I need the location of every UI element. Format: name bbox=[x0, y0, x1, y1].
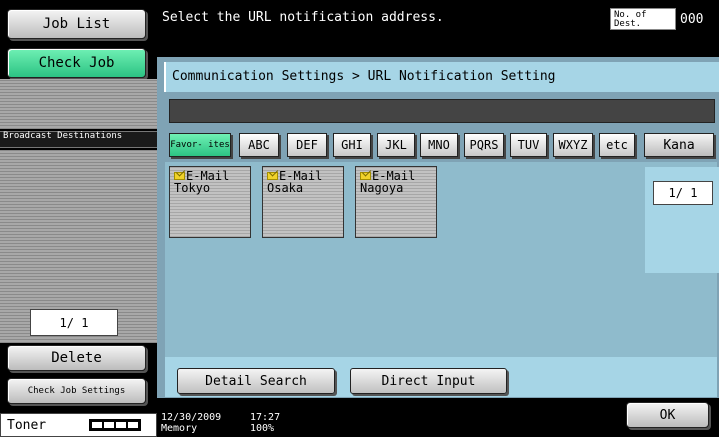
current-date: 12/30/2009 bbox=[161, 412, 222, 423]
tab-etc[interactable]: etc bbox=[599, 133, 635, 157]
status-footer: 12/30/2009 Memory 17:27 100% OK bbox=[157, 398, 719, 437]
time-memory: 17:27 100% bbox=[250, 412, 280, 434]
check-job-button[interactable]: Check Job bbox=[7, 48, 146, 78]
tab-favorites[interactable]: Favor- ites bbox=[169, 133, 231, 157]
destination-count: 000 bbox=[680, 12, 704, 27]
detail-search-button[interactable]: Detail Search bbox=[177, 368, 335, 394]
broadcast-page-counter: 1/ 1 bbox=[30, 309, 118, 336]
toner-indicator: Toner bbox=[0, 413, 157, 437]
page-panel: 1/ 1 bbox=[645, 167, 719, 273]
message-bar: Select the URL notification address. No.… bbox=[157, 0, 719, 57]
ok-button[interactable]: OK bbox=[626, 402, 709, 428]
breadcrumb: Communication Settings > URL Notificatio… bbox=[164, 62, 719, 92]
destination-name: Nagoya bbox=[360, 181, 404, 195]
toner-segment bbox=[116, 422, 126, 428]
tab-mno[interactable]: MNO bbox=[420, 133, 458, 157]
tab-wxyz[interactable]: WXYZ bbox=[553, 133, 593, 157]
memory-label: Memory bbox=[161, 423, 198, 434]
destination-name: Osaka bbox=[267, 181, 304, 195]
tab-kana[interactable]: Kana bbox=[644, 133, 714, 157]
delete-button[interactable]: Delete bbox=[7, 345, 146, 371]
envelope-icon bbox=[174, 172, 185, 180]
page-counter: 1/ 1 bbox=[653, 181, 713, 205]
destination-osaka[interactable]: E-Mail Osaka bbox=[262, 166, 344, 238]
destination-tokyo[interactable]: E-Mail Tokyo bbox=[169, 166, 251, 238]
check-job-settings-button[interactable]: Check Job Settings bbox=[7, 378, 146, 404]
sidebar-blank-area bbox=[0, 79, 157, 129]
tab-abc[interactable]: ABC bbox=[239, 133, 279, 157]
memory-value: 100% bbox=[250, 423, 275, 434]
tab-jkl[interactable]: JKL bbox=[377, 133, 415, 157]
destination-count-label: No. of Dest. bbox=[610, 8, 676, 30]
destination-name: Tokyo bbox=[174, 181, 211, 195]
toner-level-bar bbox=[89, 419, 141, 431]
current-time: 17:27 bbox=[250, 412, 281, 423]
broadcast-destinations-label: Broadcast Destinations bbox=[0, 131, 157, 148]
left-sidebar: Job List Check Job Broadcast Destination… bbox=[0, 0, 157, 437]
tab-tuv[interactable]: TUV bbox=[510, 133, 547, 157]
tab-pqrs[interactable]: PQRS bbox=[464, 133, 504, 157]
toner-segment bbox=[128, 422, 138, 428]
main-panel: Communication Settings > URL Notificatio… bbox=[157, 57, 719, 398]
toner-segment bbox=[92, 422, 102, 428]
date-memory: 12/30/2009 Memory bbox=[161, 412, 221, 434]
job-list-button[interactable]: Job List bbox=[7, 9, 146, 39]
destination-nagoya[interactable]: E-Mail Nagoya bbox=[355, 166, 437, 238]
action-strip: Detail Search Direct Input bbox=[165, 357, 717, 397]
envelope-icon bbox=[360, 172, 371, 180]
tab-def[interactable]: DEF bbox=[287, 133, 327, 157]
direct-input-button[interactable]: Direct Input bbox=[350, 368, 507, 394]
envelope-icon bbox=[267, 172, 278, 180]
toner-segment bbox=[104, 422, 114, 428]
instruction-message: Select the URL notification address. bbox=[162, 10, 444, 25]
destination-list: E-Mail Tokyo E-Mail Osaka E-Mail Nagoya … bbox=[165, 162, 719, 370]
tab-ghi[interactable]: GHI bbox=[333, 133, 371, 157]
toner-label: Toner bbox=[7, 417, 47, 433]
address-display-field bbox=[169, 99, 715, 123]
